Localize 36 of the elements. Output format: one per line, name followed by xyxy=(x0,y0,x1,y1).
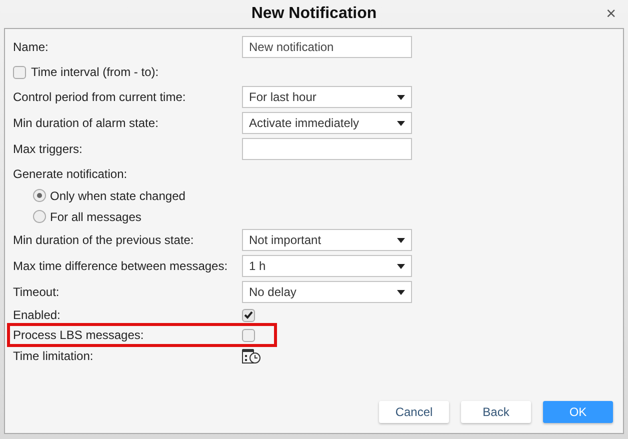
caret-icon xyxy=(397,290,405,294)
field-label: Enabled: xyxy=(13,308,62,322)
field-label: Control period from current time: xyxy=(13,90,187,104)
radio-button[interactable] xyxy=(33,189,46,202)
input-field[interactable] xyxy=(242,138,412,160)
field-label: Process LBS messages: xyxy=(13,328,145,342)
dropdown[interactable]: No delay xyxy=(242,281,412,303)
caret-icon xyxy=(397,120,405,126)
calendar-clock-icon[interactable] xyxy=(242,348,261,364)
checkbox[interactable] xyxy=(13,66,26,78)
field-label: Max triggers: xyxy=(13,142,84,156)
caret-icon xyxy=(397,264,405,268)
radio-label: For all messages xyxy=(50,210,142,224)
caret-icon xyxy=(397,94,405,100)
radio-button[interactable] xyxy=(33,210,46,223)
field-label: Max time difference between messages: xyxy=(13,259,229,273)
field-label: Name: xyxy=(13,40,50,54)
field-label: Min duration of the previous state: xyxy=(13,233,195,247)
dialog-button[interactable]: Back xyxy=(461,401,531,423)
field-label: Time limitation: xyxy=(13,349,94,363)
caret-icon xyxy=(397,238,405,242)
checkbox[interactable] xyxy=(242,328,255,342)
window-title: New Notification xyxy=(251,5,377,23)
radio-label: Only when state changed xyxy=(50,188,186,202)
dropdown[interactable]: 1 h xyxy=(242,255,412,277)
section-label: Generate notification: xyxy=(13,166,128,180)
checkbox-label: Time interval (from - to): xyxy=(31,65,159,79)
field-label: Min duration of alarm state: xyxy=(13,116,160,130)
dropdown[interactable]: For last hour xyxy=(242,86,412,108)
dropdown[interactable]: Activate immediately xyxy=(242,112,412,134)
dialog-button[interactable]: Cancel xyxy=(379,401,449,423)
field-label: Timeout: xyxy=(13,285,60,299)
input-field[interactable]: New notification xyxy=(242,36,412,58)
dropdown[interactable]: Not important xyxy=(242,229,412,251)
close-button[interactable]: × xyxy=(604,5,618,22)
checkbox[interactable] xyxy=(242,308,255,322)
